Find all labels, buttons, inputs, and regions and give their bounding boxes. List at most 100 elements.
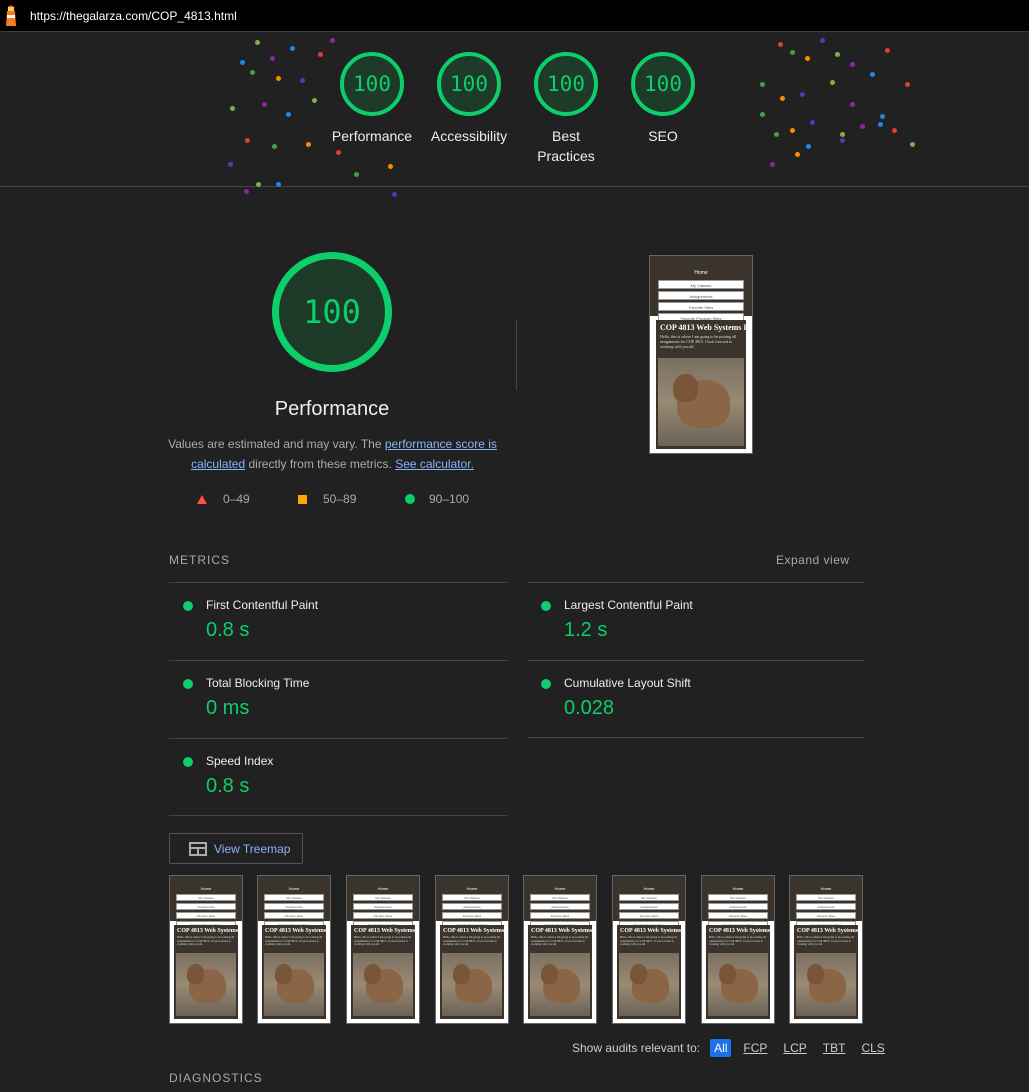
thumb-nav-button: Favorite Sites bbox=[796, 912, 856, 919]
pass-circle-icon bbox=[183, 679, 193, 689]
capybara-image bbox=[530, 953, 590, 1016]
metrics-header: METRICS bbox=[169, 553, 230, 567]
thumb-nav-button: Favorite Sites bbox=[442, 912, 502, 919]
thumb-nav-button: My Classes bbox=[442, 894, 502, 901]
confetti-dot bbox=[830, 80, 835, 85]
thumb-nav-button: Assignments bbox=[619, 903, 679, 910]
capybara-image bbox=[619, 953, 679, 1016]
filter-chip-fcp[interactable]: FCP bbox=[739, 1039, 771, 1057]
legend-label: 90–100 bbox=[429, 492, 470, 506]
gauge-best-practices[interactable]: 100 Best Practices bbox=[518, 52, 614, 166]
thumb-nav-button: My Classes bbox=[530, 894, 590, 901]
circle-icon bbox=[405, 494, 415, 504]
confetti-dot bbox=[790, 50, 795, 55]
divider bbox=[169, 582, 507, 583]
thumb-heading: COP 4813 Web Systems I bbox=[797, 928, 862, 934]
treemap-icon bbox=[189, 841, 207, 856]
filmstrip-frame: HomeMy ClassesAssignmentsFavorite SitesF… bbox=[612, 875, 686, 1024]
score-ring: 100 bbox=[340, 52, 404, 116]
divider bbox=[527, 737, 865, 738]
metric-name: First Contentful Paint bbox=[206, 598, 319, 612]
thumb-text: Hello, this is where I am going to be po… bbox=[797, 936, 855, 947]
thumb-heading: COP 4813 Web Systems I bbox=[354, 928, 419, 934]
thumb-heading: COP 4813 Web Systems I bbox=[265, 928, 330, 934]
divider bbox=[527, 660, 865, 661]
thumb-heading: COP 4813 Web Systems I bbox=[709, 928, 774, 934]
metric-value: 0.8 s bbox=[206, 775, 250, 797]
thumb-text: Hello, this is where I am going to be po… bbox=[660, 335, 737, 349]
filter-chip-cls[interactable]: CLS bbox=[857, 1039, 888, 1057]
diagnostics-header: DIAGNOSTICS bbox=[169, 1071, 263, 1085]
score-value: 100 bbox=[353, 72, 391, 96]
confetti-dot bbox=[286, 112, 291, 117]
metric-name: Total Blocking Time bbox=[206, 676, 310, 690]
capybara-image bbox=[264, 953, 324, 1016]
filter-chip-tbt[interactable]: TBT bbox=[819, 1039, 850, 1057]
thumb-nav-button: Assignments bbox=[530, 903, 590, 910]
desc-text: Values are estimated and may vary. The bbox=[168, 437, 385, 451]
confetti-dot bbox=[820, 38, 825, 43]
thumb-home: Home bbox=[466, 886, 478, 891]
legend-label: 0–49 bbox=[223, 492, 250, 506]
thumb-home: Home bbox=[554, 886, 566, 891]
score-ring: 100 bbox=[437, 52, 501, 116]
pass-circle-icon bbox=[541, 679, 551, 689]
thumb-text: Hello, this is where I am going to be po… bbox=[443, 936, 501, 947]
thumb-heading: COP 4813 Web Systems I bbox=[620, 928, 685, 934]
score-value: 100 bbox=[450, 72, 488, 96]
confetti-dot bbox=[250, 70, 255, 75]
thumb-text: Hello, this is where I am going to be po… bbox=[265, 936, 323, 947]
confetti-dot bbox=[230, 106, 235, 111]
confetti-dot bbox=[910, 142, 915, 147]
treemap-label: View Treemap bbox=[214, 841, 291, 856]
expand-view-toggle[interactable]: Expand view bbox=[776, 553, 850, 567]
metric-name: Speed Index bbox=[206, 754, 274, 768]
confetti-dot bbox=[880, 114, 885, 119]
thumb-nav-button: Assignments bbox=[176, 903, 236, 910]
metric-value: 1.2 s bbox=[564, 619, 608, 641]
capybara-image bbox=[658, 358, 744, 446]
lighthouse-icon bbox=[6, 5, 16, 26]
confetti-dot bbox=[245, 138, 250, 143]
score-label: Performance bbox=[331, 128, 413, 144]
thumb-text: Hello, this is where I am going to be po… bbox=[531, 936, 589, 947]
filter-chip-lcp[interactable]: LCP bbox=[779, 1039, 810, 1057]
confetti-dot bbox=[892, 128, 897, 133]
divider bbox=[169, 660, 507, 661]
confetti-dot bbox=[774, 132, 779, 137]
thumb-nav-button: My Classes bbox=[176, 894, 236, 901]
confetti-dot bbox=[850, 62, 855, 67]
score-value: 100 bbox=[644, 72, 682, 96]
thumb-home: Home bbox=[643, 886, 655, 891]
capybara-image bbox=[442, 953, 502, 1016]
thumb-nav-button: Assignments bbox=[442, 903, 502, 910]
confetti-dot bbox=[244, 189, 249, 194]
confetti-dot bbox=[860, 124, 865, 129]
capybara-image bbox=[708, 953, 768, 1016]
filter-chip-all[interactable]: All bbox=[710, 1039, 732, 1057]
see-calculator-link[interactable]: See calculator. bbox=[395, 457, 474, 471]
score-ring: 100 bbox=[631, 52, 695, 116]
gauge-accessibility[interactable]: 100 Accessibility bbox=[421, 52, 517, 146]
filmstrip-frame: HomeMy ClassesAssignmentsFavorite SitesF… bbox=[346, 875, 420, 1024]
confetti-dot bbox=[388, 164, 393, 169]
capybara-image bbox=[353, 953, 413, 1016]
gauge-performance[interactable]: 100 Performance bbox=[324, 52, 420, 146]
capybara-image bbox=[796, 953, 856, 1016]
legend-pass: 90–100 bbox=[405, 492, 469, 506]
thumb-nav-button: My Classes bbox=[264, 894, 324, 901]
metric-value: 0.028 bbox=[564, 697, 615, 719]
gauge-seo[interactable]: 100 SEO bbox=[615, 52, 711, 146]
view-treemap-button[interactable]: View Treemap bbox=[169, 833, 303, 864]
confetti-dot bbox=[290, 46, 295, 51]
thumb-nav-button: Assignments bbox=[264, 903, 324, 910]
scores-header: 100 Performance 100 Accessibility 100 Be… bbox=[0, 32, 1029, 197]
filter-label: Show audits relevant to: bbox=[572, 1041, 701, 1055]
confetti-dot bbox=[272, 144, 277, 149]
confetti-dot bbox=[336, 150, 341, 155]
pass-circle-icon bbox=[183, 757, 193, 767]
confetti-dot bbox=[312, 98, 317, 103]
page-url[interactable]: https://thegalarza.com/COP_4813.html bbox=[30, 9, 237, 23]
performance-gauge: 100 bbox=[272, 252, 392, 372]
final-screenshot[interactable]: Home My Classes Assignments Favorite Sites F… bbox=[649, 255, 753, 454]
